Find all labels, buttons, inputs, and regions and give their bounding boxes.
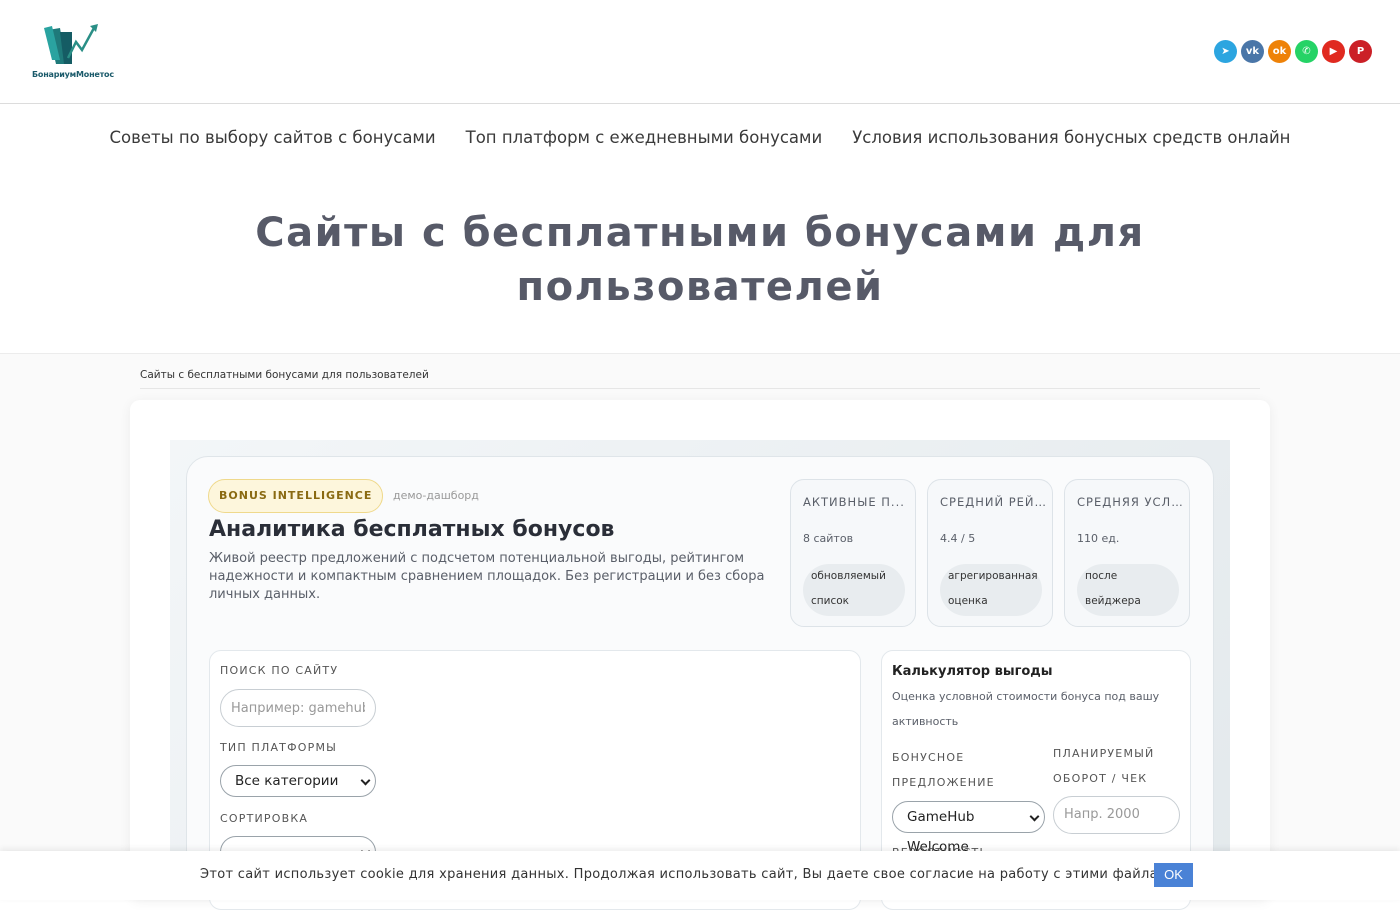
cookie-text: Этот сайт использует cookie для хранения… bbox=[200, 867, 1182, 882]
page-title-line2: пользователей bbox=[516, 264, 884, 310]
turnover-label: ПЛАНИРУЕМЫЙ ОБОРОТ / ЧЕК bbox=[1053, 747, 1155, 785]
nav-item-top-platforms[interactable]: Топ платформ с ежедневными бонусами bbox=[466, 128, 823, 147]
page-title: Сайты с бесплатными бонусами для пользов… bbox=[0, 206, 1400, 314]
chevron-down-icon bbox=[1029, 811, 1040, 822]
stat-value: 8 сайтов bbox=[803, 532, 854, 545]
site-logo[interactable]: БонариумМонетос bbox=[30, 20, 122, 82]
dashboard-title: Аналитика бесплатных бонусов bbox=[209, 517, 615, 542]
offer-label: БОНУСНОЕ ПРЕДЛОЖЕНИЕ bbox=[892, 751, 995, 789]
bonus-intelligence-badge: BONUS INTELLIGENCE bbox=[208, 479, 384, 513]
youtube-icon[interactable]: ▶ bbox=[1322, 40, 1345, 63]
odnoklassniki-icon[interactable]: ok bbox=[1268, 40, 1291, 63]
calculator-description: Оценка условной стоимости бонуса под ваш… bbox=[892, 690, 1160, 728]
social-links: ➤ vk ok ✆ ▶ P bbox=[1214, 40, 1372, 63]
sort-label: СОРТИРОВКА bbox=[220, 812, 309, 825]
stat-label: АКТИВНЫЕ П... bbox=[803, 495, 905, 509]
cookie-banner: Этот сайт использует cookie для хранения… bbox=[0, 851, 1400, 900]
search-label: ПОИСК ПО САЙТУ bbox=[220, 664, 339, 677]
breadcrumb-divider bbox=[140, 388, 1260, 389]
stat-card-avg-rating: СРЕДНИЙ РЕЙ... 4.4 / 5 агрегированная оц… bbox=[927, 479, 1053, 627]
stat-pill: после вейджера bbox=[1077, 564, 1179, 616]
platform-type-value: Все категории bbox=[235, 773, 339, 789]
calculator-title: Калькулятор выгоды bbox=[892, 664, 1053, 679]
turnover-input[interactable]: Напр. 2000 bbox=[1053, 796, 1180, 834]
platform-type-select[interactable]: Все категории bbox=[220, 765, 376, 797]
stat-card-avg-value: СРЕДНЯЯ УСЛ... 110 ед. после вейджера bbox=[1064, 479, 1190, 627]
chevron-down-icon bbox=[360, 775, 371, 786]
stat-value: 110 ед. bbox=[1077, 532, 1120, 545]
pinterest-icon[interactable]: P bbox=[1349, 40, 1372, 63]
stat-pill: агрегированная оценка bbox=[940, 564, 1042, 616]
vk-icon[interactable]: vk bbox=[1241, 40, 1264, 63]
whatsapp-icon[interactable]: ✆ bbox=[1295, 40, 1318, 63]
dashboard-description: Живой реестр предложений с подсчетом пот… bbox=[209, 551, 765, 602]
stat-card-active-sites: АКТИВНЫЕ П... 8 сайтов обновляемый списо… bbox=[790, 479, 916, 627]
stat-pill: обновляемый список bbox=[803, 564, 905, 616]
nav-item-terms[interactable]: Условия использования бонусных средств о… bbox=[852, 128, 1290, 147]
main-nav: Советы по выбору сайтов с бонусами Топ п… bbox=[0, 104, 1400, 170]
page-title-line1: Сайты с бесплатными бонусами для bbox=[255, 210, 1145, 256]
logo-chart-icon bbox=[44, 24, 98, 64]
site-header: БонариумМонетос ➤ vk ok ✆ ▶ P bbox=[0, 0, 1400, 104]
demo-label: демо-дашборд bbox=[393, 489, 479, 502]
platform-type-label: ТИП ПЛАТФОРМЫ bbox=[220, 741, 338, 754]
nav-item-tips[interactable]: Советы по выбору сайтов с бонусами bbox=[110, 128, 436, 147]
stat-label: СРЕДНИЙ РЕЙ... bbox=[940, 495, 1048, 509]
cookie-accept-button[interactable]: OK bbox=[1154, 863, 1193, 887]
offer-select[interactable]: GameHub Welcome bbox=[892, 801, 1045, 855]
logo-text: БонариумМонетос bbox=[32, 70, 114, 79]
search-input[interactable] bbox=[220, 689, 376, 727]
stat-value: 4.4 / 5 bbox=[940, 532, 976, 545]
breadcrumb[interactable]: Сайты с бесплатными бонусами для пользов… bbox=[140, 369, 429, 381]
stat-label: СРЕДНЯЯ УСЛ... bbox=[1077, 495, 1185, 509]
telegram-icon[interactable]: ➤ bbox=[1214, 40, 1237, 63]
